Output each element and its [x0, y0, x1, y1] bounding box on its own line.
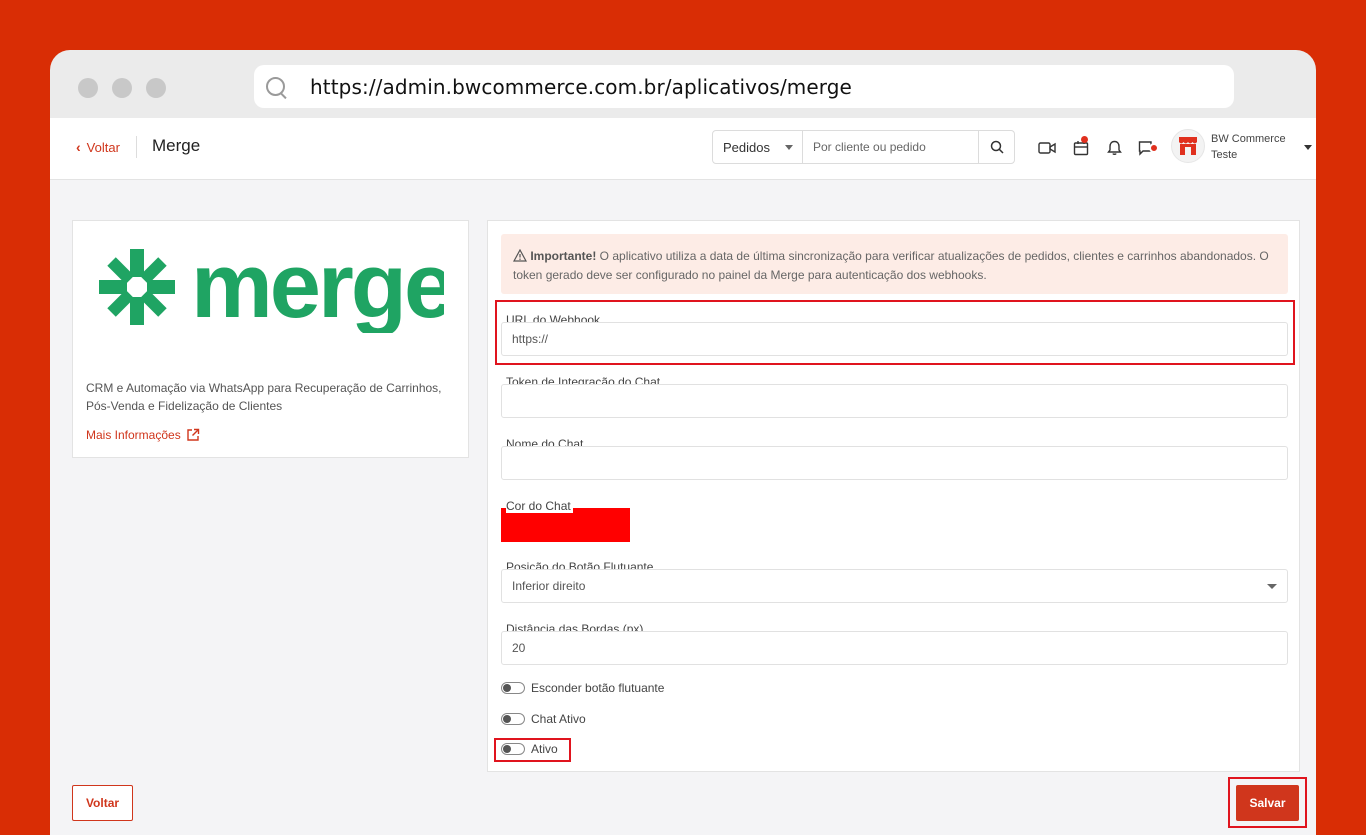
app-description: CRM e Automação via WhatsApp para Recupe…: [86, 381, 442, 413]
warning-icon: [512, 248, 530, 263]
bell-icon[interactable]: [1104, 138, 1124, 158]
merge-logo: merge: [99, 235, 456, 338]
search-scope-value: Pedidos: [723, 139, 770, 155]
button-position-value: Inferior direito: [512, 579, 586, 593]
important-alert: Importante! O aplicativo utiliza a data …: [501, 234, 1288, 294]
search-icon: [264, 75, 288, 99]
window-maximize-dot[interactable]: [146, 78, 166, 98]
chat-token-field[interactable]: [501, 384, 1288, 418]
search-group: Pedidos: [712, 130, 1015, 164]
window-close-dot[interactable]: [78, 78, 98, 98]
search-icon: [990, 140, 1004, 154]
chevron-down-icon: [785, 144, 793, 150]
video-icon[interactable]: [1037, 138, 1057, 158]
window-controls: [78, 78, 166, 98]
window-minimize-dot[interactable]: [112, 78, 132, 98]
toggle-switch[interactable]: [501, 682, 525, 694]
user-name-line2: Teste: [1211, 149, 1238, 161]
calendar-icon[interactable]: [1071, 136, 1091, 158]
chat-name-field[interactable]: [501, 446, 1288, 480]
toggle-label: Ativo: [531, 742, 558, 756]
toggle-switch[interactable]: [501, 713, 525, 725]
toggle-chat-active[interactable]: Chat Ativo: [501, 712, 586, 726]
page-title: Merge: [152, 136, 201, 155]
toggle-label: Esconder botão flutuante: [531, 681, 665, 695]
divider: [136, 136, 137, 158]
address-bar[interactable]: https://admin.bwcommerce.com.br/aplicati…: [254, 65, 1234, 108]
back-link[interactable]: ‹ Voltar: [76, 139, 120, 155]
chevron-down-icon: [1267, 584, 1277, 589]
more-info-label: Mais Informações: [86, 428, 181, 442]
webhook-url-field[interactable]: https://: [501, 322, 1288, 356]
app-page: ‹ Voltar Merge Pedidos Por cliente ou pe…: [50, 118, 1316, 835]
toggle-active[interactable]: Ativo: [501, 742, 558, 756]
user-name-line1: BW Commerce: [1211, 133, 1286, 145]
chevron-left-icon: ‹: [76, 139, 81, 155]
alert-title: Importante!: [530, 249, 597, 263]
chevron-down-icon[interactable]: [1304, 145, 1312, 150]
store-avatar[interactable]: [1171, 129, 1205, 163]
search-input[interactable]: [803, 131, 978, 163]
store-icon: [1179, 137, 1197, 155]
chat-icon[interactable]: [1137, 138, 1159, 158]
app-info-card: merge CRM e Automação via WhatsApp para …: [72, 220, 469, 458]
settings-form-card: Importante! O aplicativo utiliza a data …: [487, 220, 1300, 772]
chat-color-picker[interactable]: [501, 508, 630, 542]
merge-logo-text: merge: [191, 249, 444, 333]
save-button[interactable]: Salvar: [1236, 785, 1299, 821]
chat-color-label: Cor do Chat: [506, 499, 573, 513]
notification-dot: [1081, 136, 1088, 143]
user-name[interactable]: BW Commerce Teste: [1211, 131, 1286, 163]
search-scope-select[interactable]: Pedidos: [713, 131, 803, 163]
toggle-hide-floating-button[interactable]: Esconder botão flutuante: [501, 681, 664, 695]
toggle-label: Chat Ativo: [531, 712, 586, 726]
search-button[interactable]: [978, 131, 1014, 163]
back-link-label: Voltar: [86, 139, 120, 155]
alert-text: O aplicativo utiliza a data de última si…: [513, 249, 1269, 282]
more-info-link[interactable]: Mais Informações: [86, 428, 200, 442]
back-button[interactable]: Voltar: [72, 785, 133, 821]
notification-dot: [1149, 143, 1159, 153]
toggle-switch[interactable]: [501, 743, 525, 755]
address-url[interactable]: https://admin.bwcommerce.com.br/aplicati…: [310, 75, 852, 99]
button-position-select[interactable]: Inferior direito: [501, 569, 1288, 603]
browser-window: https://admin.bwcommerce.com.br/aplicati…: [50, 50, 1316, 835]
top-bar: ‹ Voltar Merge Pedidos Por cliente ou pe…: [50, 118, 1316, 180]
border-distance-field[interactable]: 20: [501, 631, 1288, 665]
external-link-icon: [187, 428, 199, 441]
